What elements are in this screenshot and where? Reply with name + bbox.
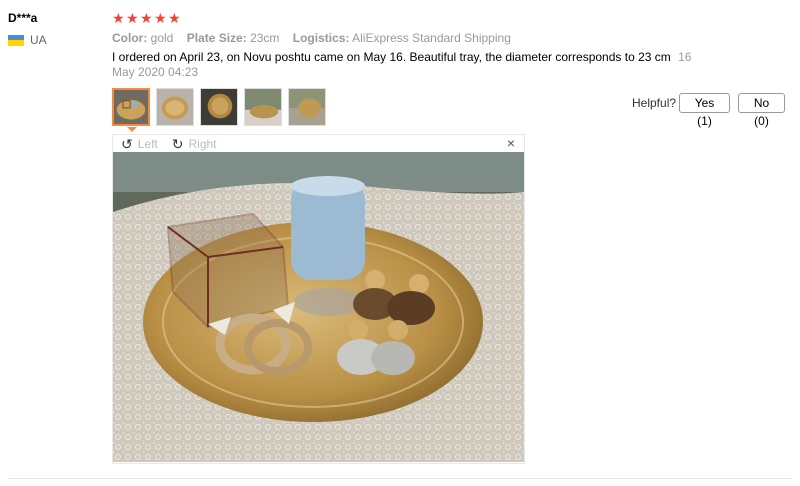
star-icon: ★ — [154, 10, 167, 26]
review-photo[interactable] — [113, 152, 524, 462]
rotate-right-icon: ↻ — [171, 135, 184, 152]
active-thumbnail-caret — [127, 127, 137, 132]
thumbnail-1[interactable] — [112, 88, 150, 126]
country-code: UA — [30, 33, 47, 47]
review-body: I ordered on April 23, on Novu poshtu ca… — [112, 50, 702, 80]
helpful-no-button[interactable]: No (0) — [738, 93, 785, 128]
photo-viewer: ↺ Left ↻ Right × — [112, 134, 525, 464]
viewer-toolbar: ↺ Left ↻ Right × — [113, 135, 524, 152]
review-text: I ordered on April 23, on Novu poshtu ca… — [112, 50, 671, 64]
reviewer-name: D***a — [8, 11, 38, 25]
rotate-left-button[interactable]: ↺ Left — [121, 137, 158, 151]
ukraine-flag-icon — [8, 34, 24, 46]
reviewer-country: UA — [8, 33, 47, 47]
star-icon: ★ — [112, 10, 125, 26]
review-photo-image — [113, 152, 524, 462]
thumbnail-4[interactable] — [244, 88, 282, 126]
rotate-right-label: Right — [188, 136, 217, 151]
attr-color: Color: gold — [112, 31, 174, 45]
rotate-left-icon: ↺ — [121, 135, 133, 152]
star-icon: ★ — [126, 10, 139, 26]
close-icon[interactable]: × — [507, 136, 515, 150]
thumbnail-3[interactable] — [200, 88, 238, 126]
star-icon: ★ — [140, 10, 153, 26]
thumbnail-5[interactable] — [288, 88, 326, 126]
rotate-left-label: Left — [137, 136, 158, 151]
product-attributes: Color: gold Plate Size: 23cm Logistics: … — [112, 31, 521, 45]
thumbnail-2[interactable] — [156, 88, 194, 126]
attr-logistics: Logistics: AliExpress Standard Shipping — [292, 31, 511, 45]
star-rating: ★ ★ ★ ★ ★ — [112, 11, 181, 25]
star-icon: ★ — [168, 10, 181, 26]
photo-thumbnails — [112, 88, 326, 126]
attr-plate-size: Plate Size: 23cm — [186, 31, 280, 45]
helpful-label: Helpful? — [632, 96, 677, 110]
helpful-yes-button[interactable]: Yes (1) — [679, 93, 730, 128]
rotate-right-button[interactable]: ↻ Right — [172, 137, 217, 151]
review-divider — [8, 478, 792, 479]
